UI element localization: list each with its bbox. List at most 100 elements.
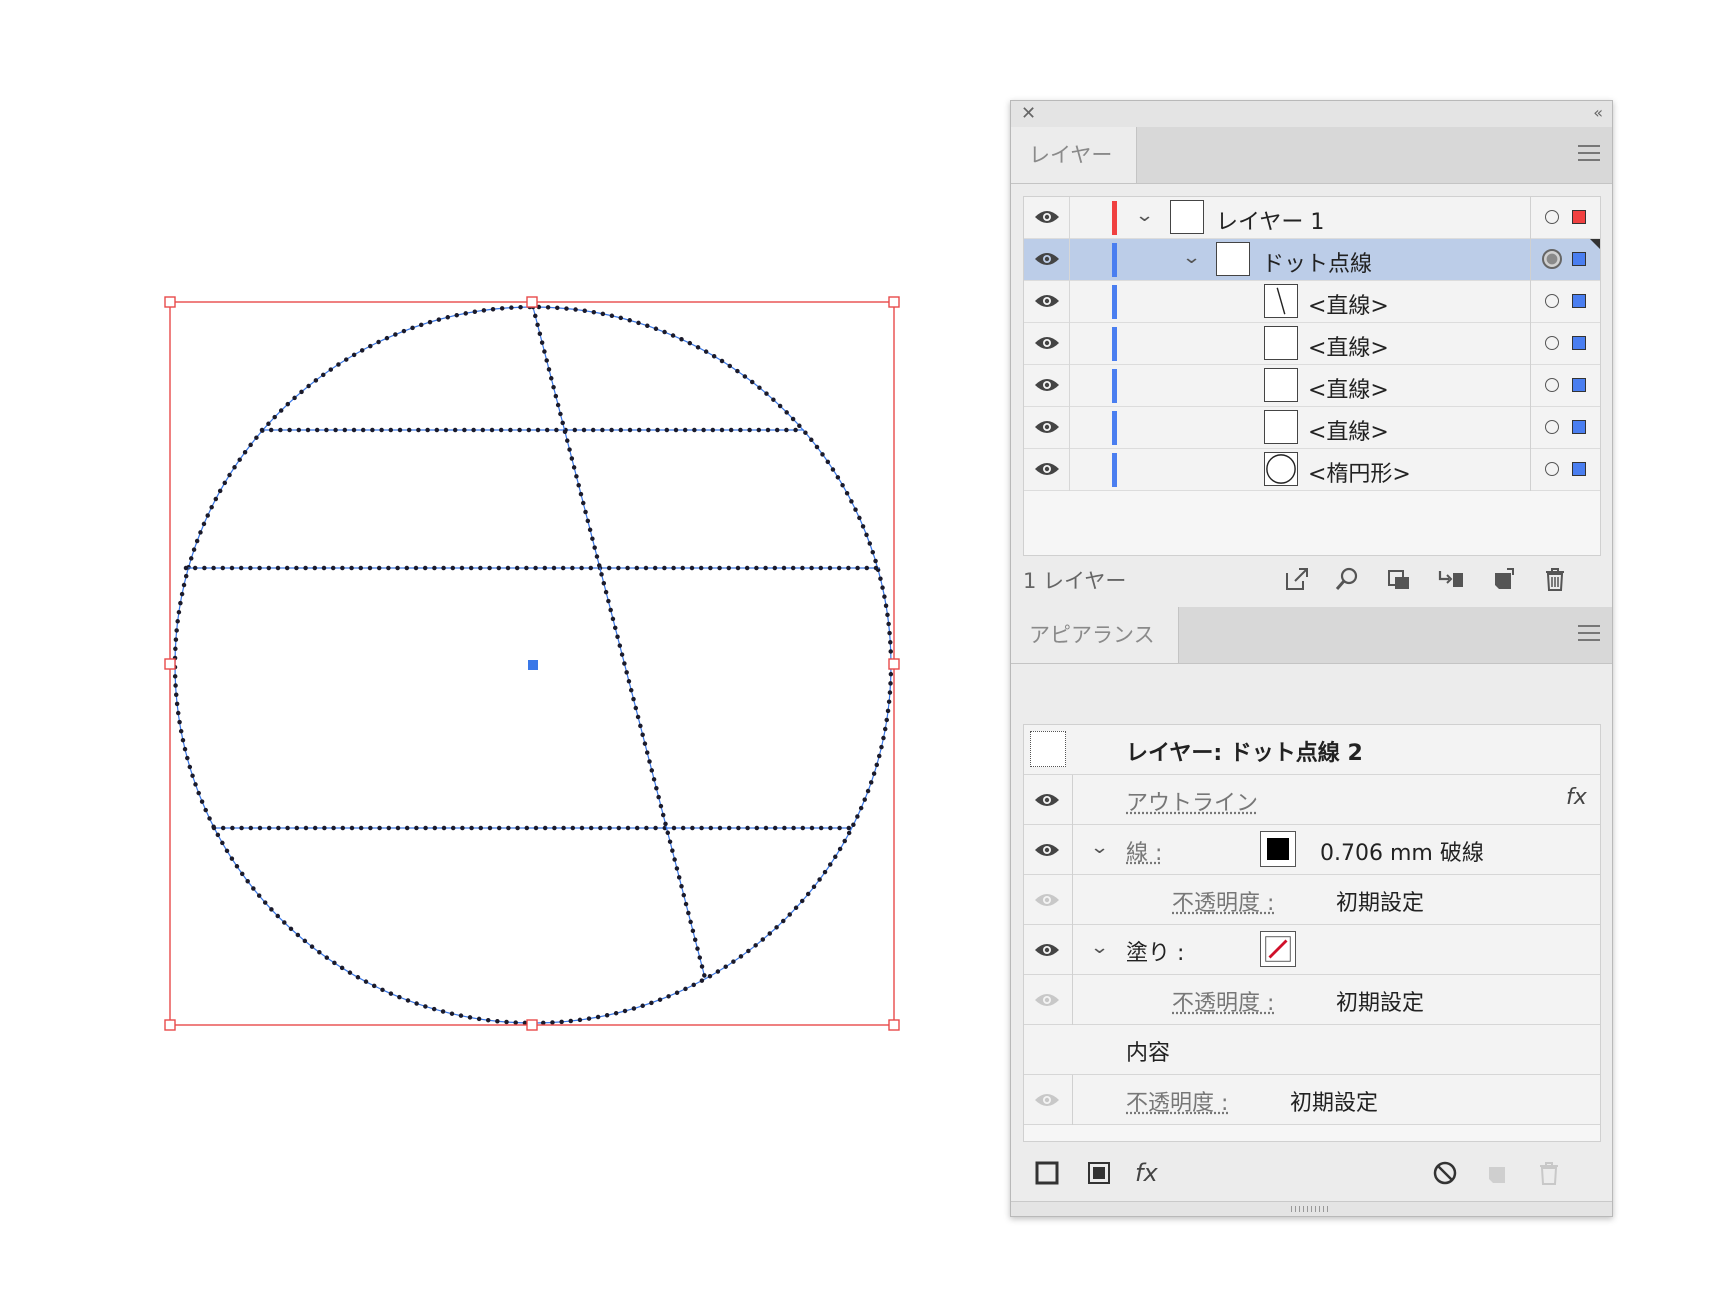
layer-name[interactable]: <直線>	[1308, 288, 1389, 320]
target-icon[interactable]	[1545, 378, 1559, 392]
layers-menu-icon[interactable]	[1578, 145, 1600, 166]
fill-none-swatch[interactable]	[1260, 931, 1296, 967]
layer-row-line[interactable]: <直線>	[1024, 407, 1600, 449]
layer-name[interactable]: ドット点線	[1262, 246, 1372, 278]
selection-square-icon[interactable]	[1572, 210, 1586, 224]
eye-icon[interactable]	[1034, 208, 1060, 226]
tab-appearance[interactable]: アピアランス	[1011, 607, 1179, 663]
stroke-row[interactable]: ⌄ 線 : 0.706 mm 破線	[1024, 825, 1600, 875]
chevron-down-icon[interactable]: ⌄	[1090, 837, 1110, 858]
layer-count: 1 レイヤー	[1023, 569, 1127, 593]
eye-icon[interactable]	[1034, 841, 1060, 859]
layer-color-bar	[1112, 453, 1117, 487]
layer-row-line[interactable]: <直線>	[1024, 281, 1600, 323]
ellipse-thumbnail	[1264, 452, 1298, 486]
handle-top-left[interactable]	[164, 296, 176, 308]
selection-square-icon[interactable]	[1572, 336, 1586, 350]
contents-label[interactable]: 内容	[1126, 1035, 1170, 1067]
eye-icon[interactable]	[1034, 334, 1060, 352]
search-icon[interactable]	[1333, 565, 1361, 593]
close-icon[interactable]: ✕	[1021, 103, 1036, 124]
layer-name[interactable]: <直線>	[1308, 414, 1389, 446]
handle-mid-right[interactable]	[888, 658, 900, 670]
trash-icon[interactable]	[1541, 565, 1569, 593]
eye-icon[interactable]	[1034, 376, 1060, 394]
target-icon[interactable]	[1545, 294, 1559, 308]
target-icon[interactable]	[1545, 462, 1559, 476]
opacity-label[interactable]: 不透明度 :	[1172, 885, 1274, 917]
chevron-down-icon[interactable]: ⌄	[1135, 205, 1155, 226]
duplicate-item-icon	[1489, 1167, 1505, 1183]
stroke-value[interactable]: 0.706 mm 破線	[1320, 835, 1484, 867]
opacity-value: 初期設定	[1336, 991, 1425, 1016]
opacity-label[interactable]: 不透明度 :	[1126, 1085, 1228, 1117]
line-thumbnail	[1264, 284, 1298, 318]
fill-row[interactable]: ⌄ 塗り :	[1024, 925, 1600, 975]
selection-bounding-box[interactable]	[164, 296, 900, 1031]
selection-square-icon[interactable]	[1572, 294, 1586, 308]
eye-icon[interactable]	[1034, 418, 1060, 436]
export-icon[interactable]	[1283, 565, 1311, 593]
handle-bottom-left[interactable]	[164, 1019, 176, 1031]
handle-bottom-right[interactable]	[888, 1019, 900, 1031]
target-active-icon[interactable]	[1542, 249, 1562, 269]
selection-square-icon[interactable]	[1572, 378, 1586, 392]
eye-icon[interactable]	[1034, 941, 1060, 959]
target-icon[interactable]	[1545, 336, 1559, 350]
stroke-swatch[interactable]	[1260, 831, 1296, 867]
fill-opacity-row[interactable]: 不透明度 : 初期設定	[1024, 975, 1600, 1025]
new-sublayer-icon[interactable]	[1437, 565, 1465, 593]
stroke-opacity-row[interactable]: 不透明度 : 初期設定	[1024, 875, 1600, 925]
opacity-label[interactable]: 不透明度 :	[1172, 985, 1274, 1017]
contents-row[interactable]: 内容	[1024, 1025, 1600, 1075]
clear-appearance-icon[interactable]	[1431, 1159, 1459, 1187]
eye-icon[interactable]	[1034, 250, 1060, 268]
clipping-mask-icon[interactable]	[1385, 565, 1413, 593]
outline-effect-link[interactable]: アウトライン	[1126, 785, 1258, 817]
outline-row[interactable]: アウトライン fx	[1024, 775, 1600, 825]
eye-icon-dim[interactable]	[1034, 891, 1060, 909]
line-thumbnail	[1264, 410, 1298, 444]
appearance-menu-icon[interactable]	[1578, 625, 1600, 646]
selection-square-icon[interactable]	[1572, 420, 1586, 434]
fill-label[interactable]: 塗り :	[1126, 935, 1184, 967]
handle-top-center[interactable]	[526, 296, 538, 308]
chevron-down-icon[interactable]: ⌄	[1182, 247, 1202, 268]
eye-icon-dim[interactable]	[1034, 1091, 1060, 1109]
add-effect-fx-icon[interactable]: fx	[1135, 1159, 1163, 1187]
chevron-down-icon[interactable]: ⌄	[1090, 937, 1110, 958]
layer-row-line[interactable]: <直線>	[1024, 365, 1600, 407]
artboard-canvas[interactable]	[0, 0, 1000, 1306]
layer-row-dotted[interactable]: ⌄ ドット点線	[1024, 239, 1600, 281]
layer-row-line[interactable]: <直線>	[1024, 323, 1600, 365]
handle-top-right[interactable]	[888, 296, 900, 308]
stroke-label[interactable]: 線 :	[1126, 835, 1162, 867]
eye-icon[interactable]	[1034, 791, 1060, 809]
layer-row-ellipse[interactable]: <楕円形>	[1024, 449, 1600, 491]
tab-layers[interactable]: レイヤー	[1011, 127, 1137, 183]
resize-grip[interactable]	[1011, 1201, 1612, 1216]
center-point[interactable]	[528, 660, 538, 670]
handle-mid-left[interactable]	[164, 658, 176, 670]
layer-name[interactable]: レイヤー 1	[1216, 204, 1324, 236]
layer-row-layer1[interactable]: ⌄ レイヤー 1	[1024, 197, 1600, 239]
line-thumbnail	[1264, 326, 1298, 360]
eye-icon[interactable]	[1034, 292, 1060, 310]
fx-icon[interactable]: fx	[1566, 785, 1587, 810]
add-fill-icon[interactable]	[1085, 1159, 1113, 1187]
layer-opacity-row[interactable]: 不透明度 : 初期設定	[1024, 1075, 1600, 1125]
selection-square-icon[interactable]	[1572, 462, 1586, 476]
layer-name[interactable]: <楕円形>	[1308, 456, 1411, 488]
collapse-icon[interactable]: ‹‹	[1593, 103, 1603, 122]
target-icon[interactable]	[1545, 420, 1559, 434]
eye-icon[interactable]	[1034, 460, 1060, 478]
target-icon[interactable]	[1545, 210, 1559, 224]
layer-name[interactable]: <直線>	[1308, 330, 1389, 362]
layer-name[interactable]: <直線>	[1308, 372, 1389, 404]
add-stroke-icon[interactable]	[1033, 1159, 1061, 1187]
eye-icon-dim[interactable]	[1034, 991, 1060, 1009]
new-layer-icon[interactable]	[1489, 565, 1517, 593]
handle-bottom-center[interactable]	[526, 1019, 538, 1031]
selection-square-icon[interactable]	[1572, 252, 1586, 266]
panel-titlebar: ✕ ‹‹	[1011, 101, 1612, 128]
